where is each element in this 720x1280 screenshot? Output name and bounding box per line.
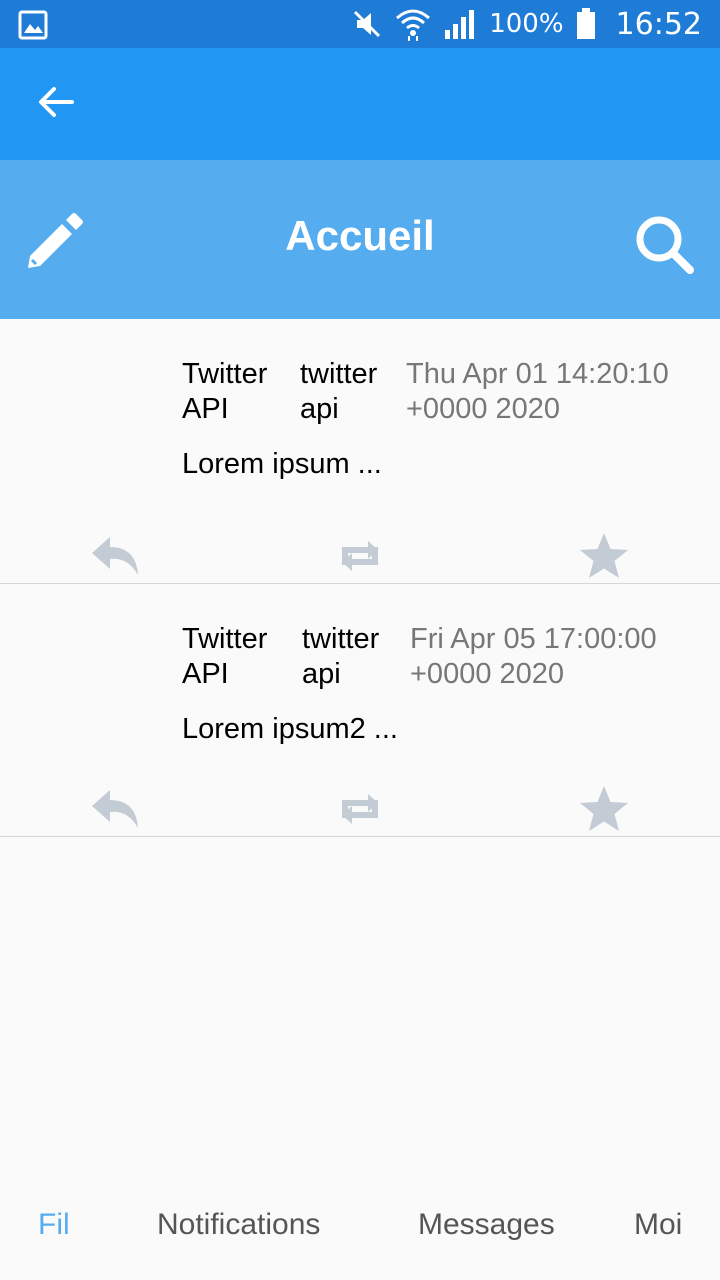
tab-messages[interactable]: Messages	[418, 1208, 555, 1242]
tab-notifications[interactable]: Notifications	[157, 1208, 320, 1242]
back-arrow-icon[interactable]	[30, 76, 82, 128]
signal-icon	[445, 10, 475, 39]
tweet-item[interactable]: Twitter API twitter api Fri Apr 05 17:00…	[0, 584, 720, 837]
tweet-text: Lorem ipsum2 ...	[182, 713, 398, 745]
reply-icon[interactable]	[88, 784, 144, 834]
star-icon[interactable]	[576, 784, 632, 834]
tab-moi[interactable]: Moi	[634, 1208, 682, 1242]
header: Accueil	[0, 160, 720, 319]
tweet-author-handle: twitter api	[300, 358, 378, 425]
tweet-item[interactable]: Twitter API twitter api Thu Apr 01 14:20…	[0, 319, 720, 584]
tweet-author-name: Twitter API	[182, 358, 268, 425]
battery-icon	[576, 8, 595, 39]
tweet-date: Fri Apr 05 17:00:00 +0000 2020	[410, 623, 657, 690]
gallery-icon	[18, 10, 48, 40]
tweet-text: Lorem ipsum ...	[182, 448, 382, 480]
app-bar	[0, 48, 720, 160]
tweet-author-name: Twitter API	[182, 623, 268, 690]
status-bar: 100% 16:52	[0, 0, 720, 48]
bottom-tab-bar: Fil Notifications Messages Moi	[0, 1180, 720, 1280]
tweet-feed: Twitter API twitter api Thu Apr 01 14:20…	[0, 319, 720, 837]
reply-icon[interactable]	[88, 531, 144, 581]
page-title: Accueil	[285, 212, 435, 259]
retweet-icon[interactable]	[332, 531, 388, 581]
mute-icon	[354, 10, 381, 38]
retweet-icon[interactable]	[332, 784, 388, 834]
search-icon[interactable]	[632, 212, 696, 276]
tweet-author-handle: twitter api	[302, 623, 380, 690]
star-icon[interactable]	[576, 531, 632, 581]
status-time: 16:52	[615, 6, 702, 42]
tab-fil[interactable]: Fil	[38, 1208, 70, 1242]
wifi-icon	[396, 9, 431, 41]
battery-percent: 100%	[489, 9, 564, 39]
tweet-date: Thu Apr 01 14:20:10 +0000 2020	[406, 358, 669, 425]
